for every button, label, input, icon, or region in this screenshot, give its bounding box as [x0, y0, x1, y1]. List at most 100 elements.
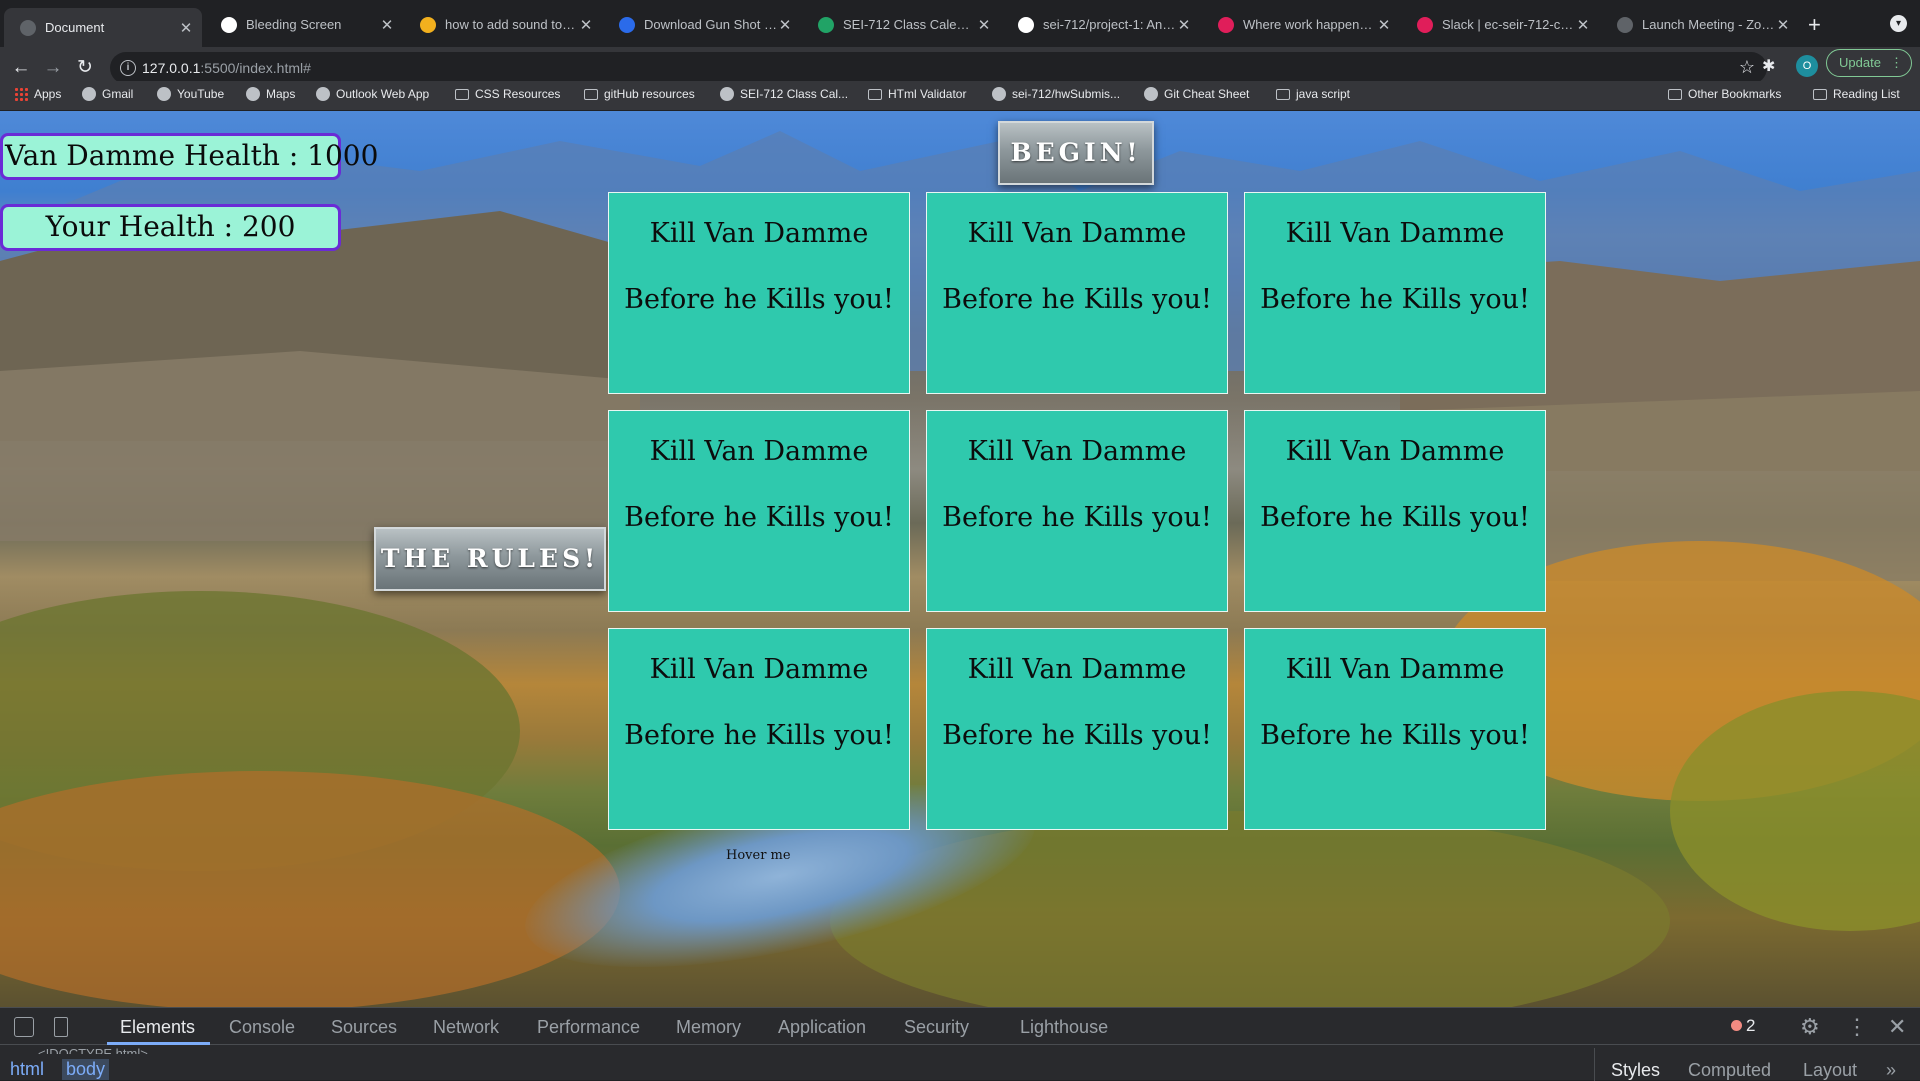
game-card[interactable]: Kill Van Damme Before he Kills you!	[1244, 192, 1546, 394]
v-icon	[619, 16, 635, 33]
bookmark-item[interactable]: Outlook Web App	[316, 87, 429, 101]
game-card[interactable]: Kill Van Damme Before he Kills you!	[608, 410, 910, 612]
pane-divider[interactable]	[1594, 1048, 1595, 1081]
tab-search-icon[interactable]: ▾	[1890, 15, 1907, 32]
close-devtools-icon[interactable]: ✕	[1888, 1014, 1906, 1040]
hover-me-text[interactable]: Hover me	[726, 848, 791, 863]
bookmark-label: Outlook Web App	[336, 87, 430, 101]
devtools-tab-sources[interactable]: Sources	[331, 1017, 397, 1038]
rules-button[interactable]: THE RULES!	[374, 527, 606, 591]
tab-title: Where work happens | Slack	[1243, 17, 1376, 32]
devtools-tab-console[interactable]: Console	[229, 1017, 295, 1038]
close-tab-icon[interactable]: ✕	[1575, 16, 1591, 34]
bookmark-item[interactable]: gitHub resources	[584, 87, 695, 101]
browser-tab[interactable]: Where work happens | Slack✕	[1202, 8, 1400, 41]
bookmark-item[interactable]: HTml Validator	[868, 87, 966, 101]
bookmark-item[interactable]: YouTube	[157, 87, 224, 101]
bookmark-item[interactable]: java script	[1276, 87, 1350, 101]
breadcrumb-html[interactable]: html	[10, 1059, 44, 1080]
devtools-tab-performance[interactable]: Performance	[537, 1017, 640, 1038]
inspect-element-icon[interactable]	[14, 1017, 34, 1037]
reading-list-icon	[1813, 88, 1827, 100]
address-bar[interactable]: i 127.0.0.1:5500/index.html# ☆	[110, 52, 1767, 84]
devtools-tab-network[interactable]: Network	[433, 1017, 499, 1038]
browser-tab[interactable]: Launch Meeting - Zoom ✕	[1601, 8, 1799, 41]
extensions-puzzle-icon[interactable]: ✱	[1762, 56, 1775, 76]
back-icon[interactable]: ←	[9, 56, 33, 80]
globe-icon	[1617, 16, 1633, 33]
close-tab-icon[interactable]: ✕	[178, 19, 194, 37]
bookmark-label: CSS Resources	[475, 87, 561, 101]
player-health-display: Your Health : 200	[0, 204, 341, 251]
devtools-menu-icon[interactable]: ⋮	[1846, 1014, 1868, 1040]
bookmark-item[interactable]: Other Bookmarks	[1668, 87, 1781, 101]
game-card[interactable]: Kill Van Damme Before he Kills you!	[1244, 410, 1546, 612]
bookmark-label: HTml Validator	[888, 87, 967, 101]
settings-gear-icon[interactable]: ⚙	[1800, 1014, 1820, 1040]
begin-button[interactable]: BEGIN!	[998, 121, 1154, 185]
close-tab-icon[interactable]: ✕	[578, 16, 594, 34]
error-count-badge[interactable]: 2	[1725, 1015, 1761, 1037]
game-card[interactable]: Kill Van Damme Before he Kills you!	[926, 628, 1228, 830]
site-info-icon[interactable]: i	[120, 60, 136, 76]
url-host: 127.0.0.1	[142, 60, 201, 76]
tab-layout[interactable]: Layout	[1803, 1060, 1857, 1081]
breadcrumb-body[interactable]: body	[62, 1059, 110, 1080]
tab-computed[interactable]: Computed	[1688, 1060, 1771, 1081]
address-url: 127.0.0.1:5500/index.html#	[142, 60, 311, 76]
close-tab-icon[interactable]: ✕	[379, 16, 395, 34]
browser-tab[interactable]: Slack | ec-seir-712-class ✕	[1401, 8, 1599, 41]
devtools-tab-lighthouse[interactable]: Lighthouse	[1020, 1017, 1108, 1038]
card-line-1: Kill Van Damme	[649, 218, 869, 249]
close-tab-icon[interactable]: ✕	[1376, 16, 1392, 34]
bookmark-item[interactable]: Reading List	[1813, 87, 1900, 101]
update-button[interactable]: Update ⋮	[1826, 49, 1912, 77]
more-tabs-chevron-icon[interactable]: »	[1886, 1060, 1896, 1081]
profile-avatar[interactable]: O	[1796, 55, 1818, 77]
game-card[interactable]: Kill Van Damme Before he Kills you!	[926, 192, 1228, 394]
close-tab-icon[interactable]: ✕	[976, 16, 992, 34]
close-tab-icon[interactable]: ✕	[1775, 16, 1791, 34]
card-line-2: Before he Kills you!	[624, 284, 894, 315]
bookmark-item[interactable]: CSS Resources	[455, 87, 560, 101]
browser-tab[interactable]: Bleeding Screen ✕	[205, 8, 403, 41]
bookmark-star-icon[interactable]: ☆	[1739, 57, 1755, 78]
game-card[interactable]: Kill Van Damme Before he Kills you!	[608, 192, 910, 394]
bookmark-item[interactable]: SEI-712 Class Cal...	[720, 87, 848, 101]
devtools-tab-application[interactable]: Application	[778, 1017, 866, 1038]
bookmark-item[interactable]: Maps	[246, 87, 295, 101]
devtools-tab-memory[interactable]: Memory	[676, 1017, 741, 1038]
devtools-tab-security[interactable]: Security	[904, 1017, 969, 1038]
chrome-menu-icon[interactable]: ⋮	[1890, 50, 1903, 76]
browser-tab[interactable]: SEI-712 Class Calendar ✕	[802, 8, 1000, 41]
bookmark-item[interactable]: Apps	[14, 87, 61, 101]
bing-icon	[420, 16, 436, 33]
reload-icon[interactable]: ↻	[73, 56, 97, 80]
tab-styles[interactable]: Styles	[1611, 1060, 1660, 1081]
browser-tab[interactable]: sei-712/project-1: An intro✕	[1002, 8, 1200, 41]
devtools-tab-bar: 2 ⚙ ⋮ ✕ Elements Console Sources Network Per…	[0, 1008, 1920, 1045]
bookmark-item[interactable]: sei-712/hwSubmis...	[992, 87, 1120, 101]
devtools-panel: 2 ⚙ ⋮ ✕ Elements Console Sources Network Per…	[0, 1007, 1920, 1081]
close-tab-icon[interactable]: ✕	[1176, 16, 1192, 34]
close-tab-icon[interactable]: ✕	[777, 16, 793, 34]
folder-icon	[455, 88, 469, 100]
bookmark-item[interactable]: Gmail	[82, 87, 133, 101]
forward-icon[interactable]: →	[41, 56, 65, 80]
game-card[interactable]: Kill Van Damme Before he Kills you!	[926, 410, 1228, 612]
card-line-1: Kill Van Damme	[1285, 218, 1505, 249]
card-line-1: Kill Van Damme	[967, 218, 1187, 249]
game-card[interactable]: Kill Van Damme Before he Kills you!	[1244, 628, 1546, 830]
bookmark-item[interactable]: Git Cheat Sheet	[1144, 87, 1249, 101]
new-tab-button[interactable]: +	[1808, 14, 1821, 36]
globe-icon	[20, 19, 36, 36]
devtools-tab-elements[interactable]: Elements	[120, 1017, 195, 1038]
browser-tab[interactable]: how to add sound to click ✕	[404, 8, 602, 41]
tab-title: Launch Meeting - Zoom	[1642, 17, 1775, 32]
game-card[interactable]: Kill Van Damme Before he Kills you!	[608, 628, 910, 830]
github-icon	[992, 87, 1006, 101]
browser-tab[interactable]: Download Gun Shot Single✕	[603, 8, 801, 41]
device-toolbar-icon[interactable]	[54, 1017, 68, 1037]
card-line-2: Before he Kills you!	[942, 502, 1212, 533]
browser-tab[interactable]: Document ✕	[4, 8, 202, 47]
